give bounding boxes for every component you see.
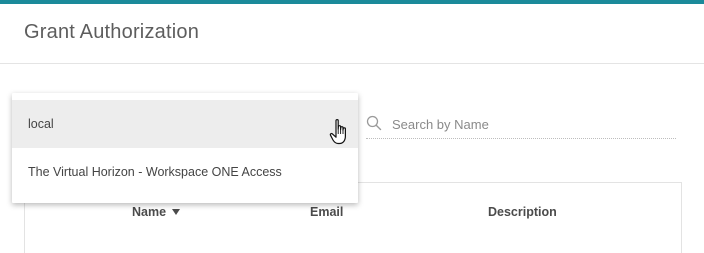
column-header-name-label: Name [132,205,167,219]
dropdown-option-label: local [28,117,54,131]
column-header-name[interactable]: Name [132,205,181,219]
domain-dropdown-menu: local The Virtual Horizon - Workspace ON… [12,93,358,203]
dropdown-option-label: The Virtual Horizon - Workspace ONE Acce… [28,165,282,179]
dropdown-option-local[interactable]: local [12,100,358,148]
search-icon [366,115,382,131]
hand-pointer-cursor-icon [329,119,346,145]
column-header-email-label: Email [310,205,344,219]
search-field[interactable] [366,110,676,139]
column-header-email[interactable]: Email [310,205,343,219]
column-header-description[interactable]: Description [488,205,557,219]
sort-descending-icon [172,208,181,215]
dialog-title: Grant Authorization [24,21,200,43]
search-input[interactable] [392,114,662,134]
dropdown-option-workspace-one[interactable]: The Virtual Horizon - Workspace ONE Acce… [12,148,358,196]
column-header-description-label: Description [488,205,557,219]
dialog-header: Grant Authorization [0,4,704,64]
